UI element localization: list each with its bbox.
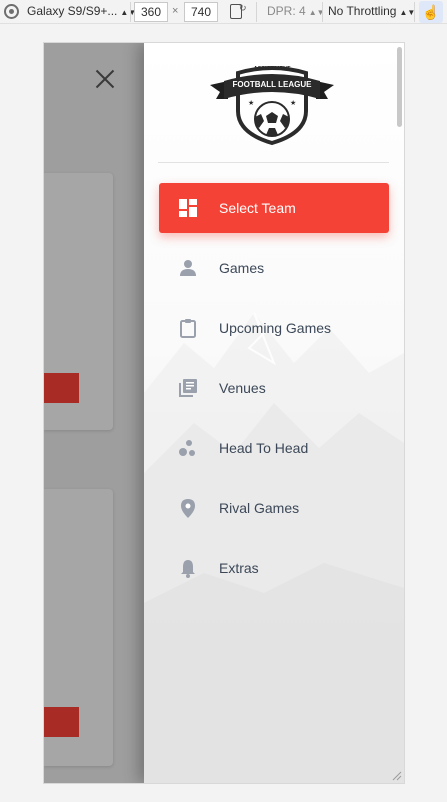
sidebar-item-label: Upcoming Games — [219, 320, 332, 336]
sidebar-item-label: Venues — [219, 380, 266, 396]
content-card — [44, 173, 113, 430]
sidebar: ASSIGNMENT FOOTBALL LEAGUE ★ ★ Select Te… — [144, 43, 404, 783]
sidebar-nav: Select Team Games Upcoming Games Venues … — [159, 183, 389, 603]
toolbar-divider — [322, 2, 323, 22]
dashboard-icon — [179, 199, 197, 217]
page-overlay[interactable] — [44, 43, 144, 783]
dimension-separator: × — [172, 5, 179, 17]
library-books-icon — [179, 379, 197, 397]
person-icon — [180, 260, 196, 276]
chrome-icon — [4, 4, 19, 19]
clipboard-icon — [180, 319, 196, 338]
throttling-select[interactable]: No Throttling ▲▼ — [328, 4, 415, 18]
close-icon[interactable] — [94, 68, 116, 90]
device-toolbar: Galaxy S9/S9+...▲▼ 360 × 740 DPR: 4▲▼ No… — [0, 0, 447, 24]
sidebar-item-label: Head To Head — [219, 440, 309, 456]
toolbar-divider — [414, 2, 415, 22]
sidebar-item-venues[interactable]: Venues — [159, 363, 389, 413]
sidebar-item-label: Rival Games — [219, 500, 300, 516]
content-card — [44, 489, 113, 766]
hand-pointer-icon: ☝ — [422, 4, 440, 20]
sidebar-item-label: Extras — [219, 560, 259, 576]
sidebar-item-label: Select Team — [219, 200, 296, 216]
location-pin-icon — [181, 499, 195, 518]
resize-grip-icon[interactable] — [392, 771, 402, 781]
sidebar-item-label: Games — [219, 260, 265, 276]
football-league-logo: ASSIGNMENT FOOTBALL LEAGUE ★ ★ — [210, 66, 334, 146]
device-select[interactable]: Galaxy S9/S9+... ▲▼ — [27, 4, 136, 18]
logo-banner-text: FOOTBALL LEAGUE — [233, 80, 313, 89]
sidebar-item-select-team[interactable]: Select Team — [159, 183, 389, 233]
scrollbar-thumb[interactable] — [397, 47, 402, 127]
sidebar-item-rival-games[interactable]: Rival Games — [159, 483, 389, 533]
svg-text:★: ★ — [290, 99, 296, 107]
rotate-icon[interactable] — [230, 3, 247, 19]
device-select-label: Galaxy S9/S9+... — [27, 4, 118, 18]
touch-toggle-button[interactable]: ☝ — [419, 1, 443, 23]
scrollbar-track[interactable] — [396, 45, 402, 781]
device-viewport: ASSIGNMENT FOOTBALL LEAGUE ★ ★ Select Te… — [44, 43, 404, 783]
toolbar-divider — [130, 2, 131, 22]
sidebar-item-upcoming-games[interactable]: Upcoming Games — [159, 303, 389, 353]
sidebar-divider — [158, 162, 389, 163]
logo-top-text: ASSIGNMENT — [254, 66, 291, 72]
card-button[interactable] — [44, 707, 79, 737]
card-button[interactable] — [44, 373, 79, 403]
sidebar-item-extras[interactable]: Extras — [159, 543, 389, 593]
sidebar-item-games[interactable]: Games — [159, 243, 389, 293]
dpr-label: DPR: 4 — [267, 4, 306, 18]
width-input[interactable]: 360 — [134, 2, 168, 22]
svg-text:★: ★ — [248, 99, 254, 107]
height-input[interactable]: 740 — [184, 2, 218, 22]
bell-icon — [181, 560, 195, 578]
sidebar-item-head-to-head[interactable]: Head To Head — [159, 423, 389, 473]
bubble-chart-icon — [179, 440, 195, 456]
dpr-select[interactable]: DPR: 4 ▲▼ — [267, 4, 325, 18]
toolbar-divider — [256, 2, 257, 22]
chevron-updown-icon: ▲▼ — [399, 8, 416, 17]
throttling-label: No Throttling — [328, 4, 397, 18]
